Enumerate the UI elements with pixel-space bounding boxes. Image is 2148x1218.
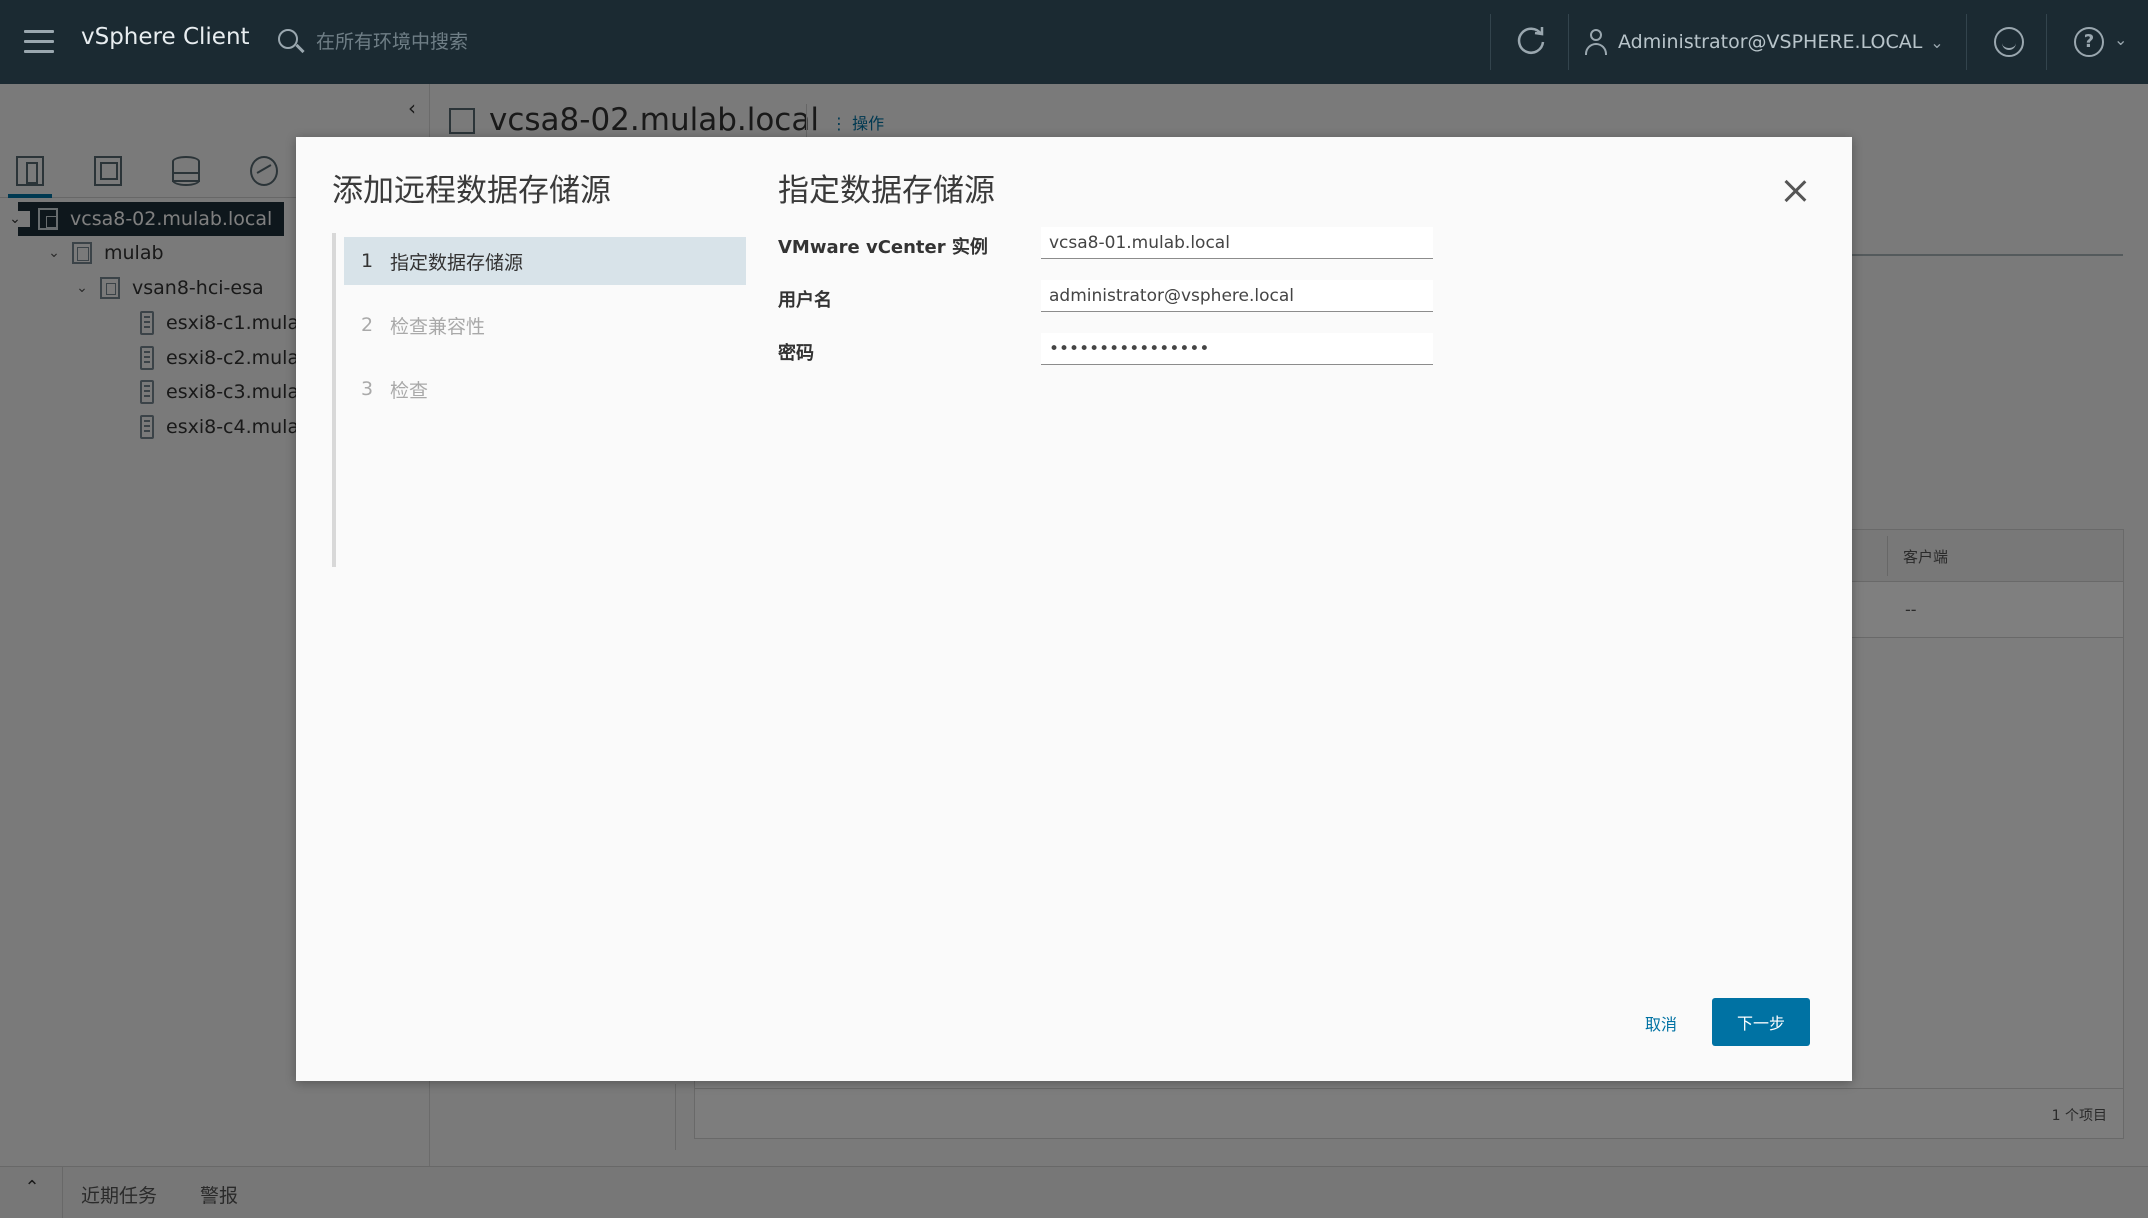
global-search[interactable]	[276, 22, 876, 62]
header-divider	[1490, 14, 1491, 70]
password-label: 密码	[778, 343, 814, 364]
step-number: 3	[360, 378, 374, 400]
search-icon	[276, 27, 306, 57]
username-field[interactable]	[1041, 280, 1433, 312]
user-icon	[1582, 27, 1610, 57]
wizard-page-title: 指定数据存储源	[778, 173, 995, 209]
vcenter-instance-field[interactable]	[1041, 227, 1433, 259]
user-name: Administrator@VSPHERE.LOCAL	[1618, 31, 1923, 53]
next-button[interactable]: 下一步	[1712, 998, 1810, 1046]
step-label: 检查兼容性	[390, 315, 486, 338]
app-title: vSphere Client	[81, 24, 250, 50]
wizard-step-3: 3 检查	[344, 365, 746, 413]
add-remote-datastore-wizard: 添加远程数据存储源 1 指定数据存储源 2 检查兼容性 3 检查 指定数据存储源…	[296, 137, 1852, 1081]
password-field[interactable]	[1041, 333, 1433, 365]
wizard-steps: 1 指定数据存储源 2 检查兼容性 3 检查	[332, 233, 746, 567]
close-icon[interactable]	[1780, 177, 1810, 207]
wizard-step-1[interactable]: 1 指定数据存储源	[344, 237, 746, 285]
header-divider	[2046, 14, 2047, 70]
step-number: 1	[360, 250, 374, 272]
chevron-down-icon: ⌄	[1930, 32, 1944, 52]
header-divider	[1966, 14, 1967, 70]
username-label: 用户名	[778, 290, 832, 311]
menu-icon[interactable]	[24, 30, 54, 54]
refresh-icon[interactable]	[1514, 24, 1548, 58]
wizard-title: 添加远程数据存储源	[332, 173, 611, 209]
step-label: 检查	[390, 379, 429, 402]
help-icon[interactable]: ?	[2074, 27, 2104, 57]
feedback-icon[interactable]	[1994, 27, 2024, 57]
chevron-down-icon[interactable]: ⌄	[2114, 30, 2127, 49]
vcenter-instance-label: VMware vCenter 实例	[778, 237, 988, 258]
step-label: 指定数据存储源	[390, 251, 524, 274]
wizard-step-2: 2 检查兼容性	[344, 301, 746, 349]
search-input[interactable]	[316, 31, 816, 53]
header-divider	[1568, 14, 1569, 70]
user-menu[interactable]: Administrator@VSPHERE.LOCAL ⌄	[1582, 22, 1944, 62]
top-header: vSphere Client Administrator@VSPHERE.LOC…	[0, 0, 2148, 84]
cancel-button[interactable]: 取消	[1616, 999, 1706, 1047]
step-number: 2	[360, 314, 374, 336]
